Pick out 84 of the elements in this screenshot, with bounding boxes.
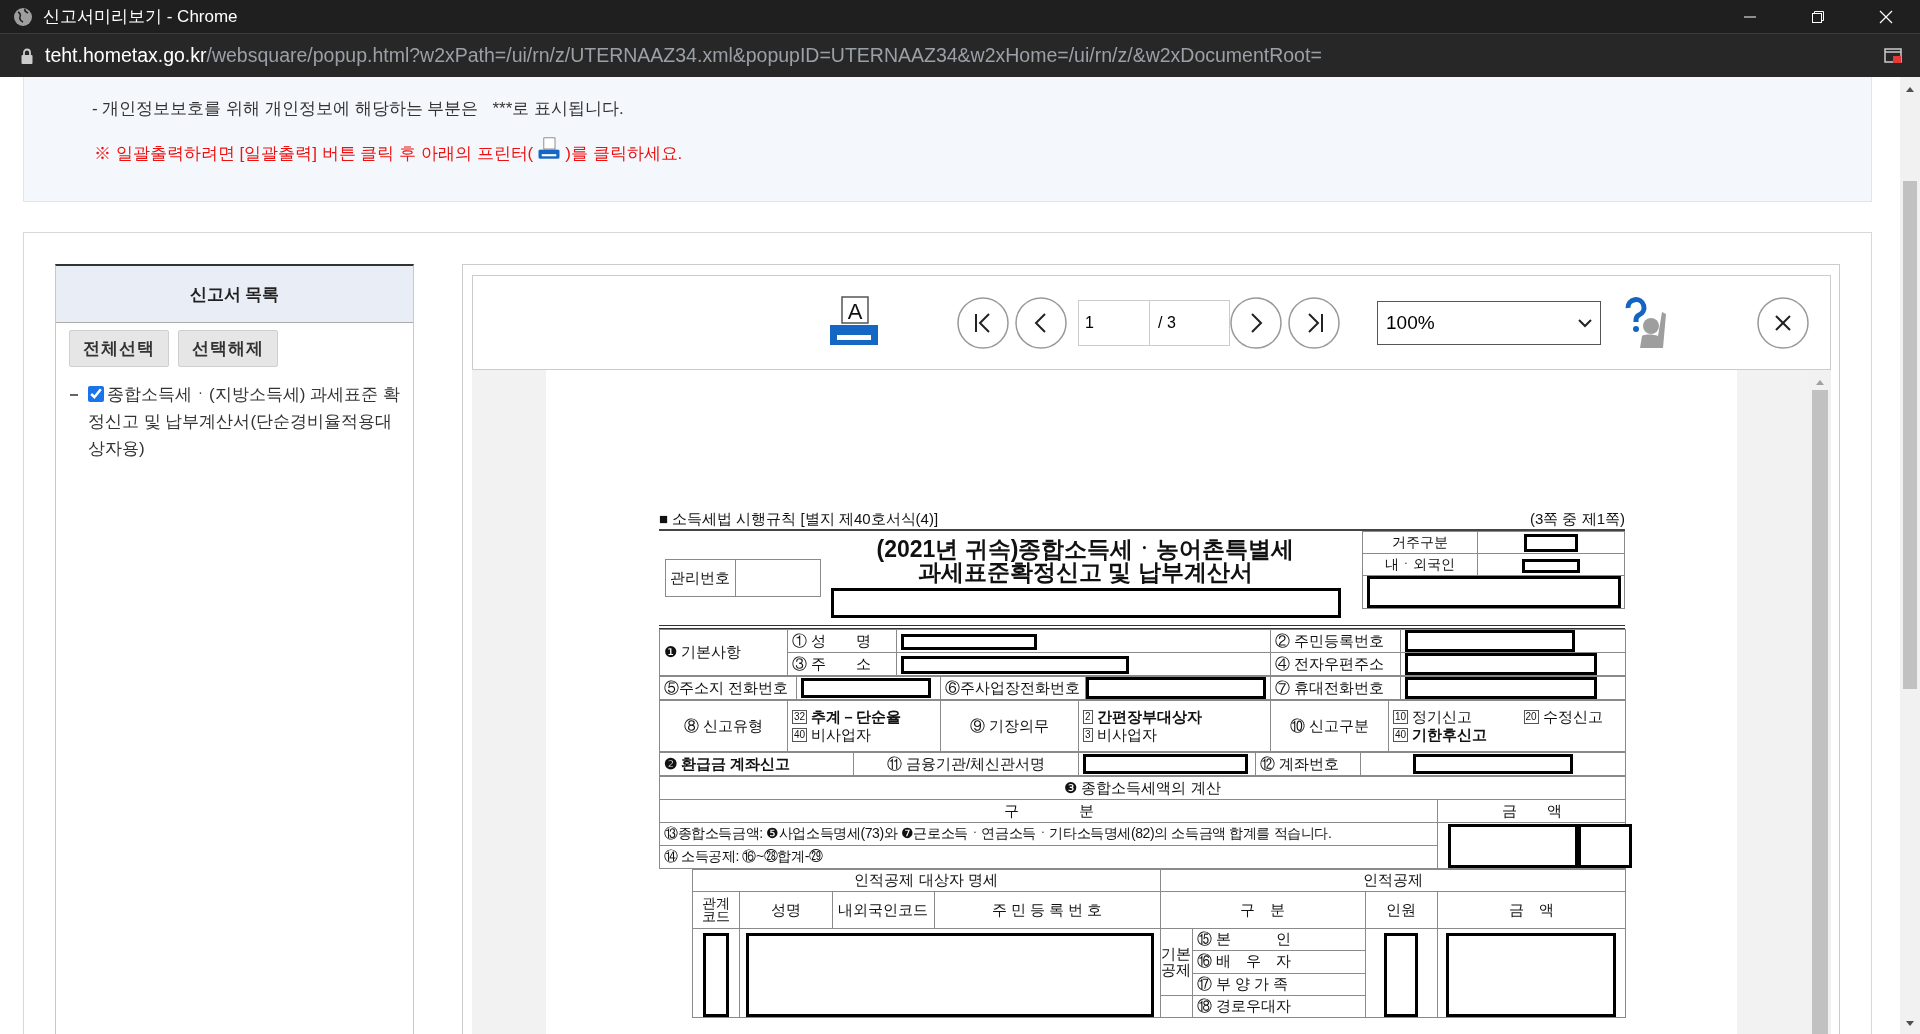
column-header: 금 액 <box>1437 891 1626 929</box>
form-label: ② 주민등록번호 <box>1270 629 1401 653</box>
option-code: 2 <box>1083 710 1093 724</box>
form-rule-text: ■ 소득세법 시행규칙 [별지 제40호서식(4)] <box>659 510 939 529</box>
option-code: 20 <box>1523 710 1539 724</box>
select-all-button[interactable]: 전체선택 <box>69 330 169 367</box>
option-label: 간편장부대상자 <box>1096 708 1202 726</box>
window-icon[interactable] <box>1884 47 1902 64</box>
form-title: 과세표준확정신고 및 납부계산서 <box>918 561 1253 584</box>
form-label: ⑪ 금융기관/체신관서명 <box>853 752 1079 776</box>
zoom-select[interactable]: 100% <box>1377 300 1601 345</box>
option-label: 정기신고 <box>1412 708 1473 726</box>
form-label: ⑱ 경로우대자 <box>1192 995 1366 1018</box>
option-code: 32 <box>792 710 808 724</box>
form-label: ⑰ 부 양 가 족 <box>1192 973 1366 996</box>
close-button[interactable] <box>1757 296 1809 349</box>
page-note: (3쪽 중 제1쪽) <box>1530 510 1625 529</box>
notice-text: - 개인정보보호를 위해 개인정보에 해당하는 부분은 ***로 표시됩니다. <box>92 98 624 120</box>
lock-icon <box>21 47 33 64</box>
form-label: ④ 전자우편주소 <box>1270 652 1401 676</box>
restore-icon <box>1811 9 1825 24</box>
printer-icon <box>537 136 562 161</box>
column-header: 구 분 <box>659 799 1438 823</box>
option-code: 10 <box>1393 710 1409 724</box>
column-header: 주 민 등 록 번 호 <box>934 891 1161 929</box>
option-code: 40 <box>1393 728 1409 742</box>
section-title: ❶ 기본사항 <box>659 629 788 676</box>
deselect-button[interactable]: 선택해제 <box>178 330 278 367</box>
prev-page-button[interactable] <box>1015 296 1067 349</box>
form-label: 관리번호 <box>665 559 736 597</box>
option-label: 기한후신고 <box>1412 726 1488 744</box>
notice-text: )를 클릭하세요. <box>565 143 683 165</box>
column-header: 인적공제 <box>1160 869 1626 892</box>
option-code: 40 <box>792 728 808 742</box>
list-title: 신고서 목록 <box>56 266 413 323</box>
section-title: ❸ 종합소득세액의 계산 <box>659 776 1626 800</box>
option-label: 비사업자 <box>811 726 872 744</box>
form-label: ⑧ 신고유형 <box>659 700 788 752</box>
form-label: ⑮ 본 인 <box>1192 928 1366 951</box>
last-page-button[interactable] <box>1288 296 1340 349</box>
group-label: 기본공제 <box>1160 928 1193 996</box>
option-label: 비사업자 <box>1096 726 1157 744</box>
caret-icon <box>1578 317 1592 328</box>
option-label: 수정신고 <box>1542 708 1603 726</box>
print-button[interactable]: A <box>828 294 880 351</box>
form-label: ⑫ 계좌번호 <box>1255 752 1361 776</box>
form-label: ⑤주소지 전화번호 <box>659 676 797 700</box>
column-header: 금 액 <box>1437 799 1626 823</box>
column-header: 인적공제 대상자 명세 <box>692 869 1161 892</box>
column-header: 인원 <box>1365 891 1438 929</box>
form-text: ⑭ 소득공제: ⑯~㉘합계-㉙ <box>659 845 1438 869</box>
option-label: 추계－단순율 <box>811 708 902 726</box>
form-label: ③ 주 소 <box>787 652 897 676</box>
column-header: 관계코드 <box>692 891 739 929</box>
close-icon <box>1879 9 1893 24</box>
report-item-label[interactable]: 종합소득세ㆍ(지방소득세) 과세표준 확정신고 및 납부계산서(단순경비율적용대상자용) <box>88 381 401 462</box>
form-label: ⑨ 기장의무 <box>940 700 1079 752</box>
item-checkbox[interactable] <box>88 386 104 402</box>
section-title: ❷ 환급금 계좌신고 <box>659 752 854 776</box>
column-header: 구 분 <box>1160 891 1366 929</box>
form-label: ⑯ 배 우 자 <box>1192 950 1366 973</box>
form-label: ⑩ 신고구분 <box>1270 700 1389 752</box>
column-header: 내외국인코드 <box>832 891 934 929</box>
form-label: ⑦ 휴대전화번호 <box>1270 676 1401 700</box>
up-arrow-icon[interactable] <box>1905 85 1915 93</box>
redaction-box <box>1524 533 1578 552</box>
page-field[interactable]: 1 <box>1078 299 1150 346</box>
window-title: 신고서미리보기 - Chrome <box>43 6 239 28</box>
form-label: 거주구분 <box>1362 531 1478 554</box>
next-page-button[interactable] <box>1230 296 1282 349</box>
minimize-icon <box>1743 15 1757 18</box>
form-label: ⑥주사업장전화번호 <box>940 676 1086 700</box>
form-title: (2021년 귀속)종합소득세ㆍ농어촌특별세 <box>876 538 1295 561</box>
option-code: 3 <box>1083 728 1093 742</box>
globe-icon <box>13 6 33 27</box>
form-text: ⑬종합소득금액: ❺사업소득명세(73)와 ❼근로소득ㆍ연금소득ㆍ기타소득명세(82)의 소득금액 합계를 적습니다. <box>659 822 1438 846</box>
form-label: ① 성 명 <box>787 629 897 653</box>
redaction-box <box>1522 558 1580 573</box>
first-page-button[interactable] <box>957 296 1009 349</box>
form-label: 내ㆍ외국인 <box>1362 553 1478 576</box>
column-header: 성명 <box>739 891 832 929</box>
down-arrow-icon[interactable] <box>1905 1020 1915 1028</box>
notice-text: ※ 일괄출력하려면 [일괄출력] 버튼 클릭 후 아래의 프린터( <box>94 143 534 165</box>
page-total: / 3 <box>1150 299 1230 346</box>
